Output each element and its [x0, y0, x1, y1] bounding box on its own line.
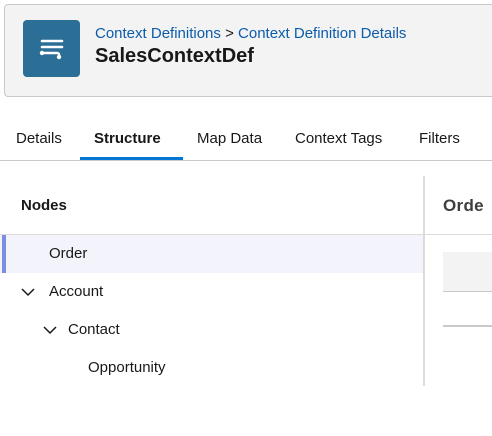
tree-node-label: Opportunity — [88, 359, 166, 376]
tab-context-tags[interactable]: Context Tags — [295, 130, 382, 147]
tree-node-order[interactable]: Order — [0, 235, 424, 273]
tree-node-contact[interactable]: Contact — [0, 311, 424, 349]
tree-node-opportunity[interactable]: Opportunity — [0, 349, 424, 387]
tab-structure[interactable]: Structure — [94, 130, 161, 147]
breadcrumb: Context Definitions > Context Definition… — [95, 25, 406, 42]
tab-map-data[interactable]: Map Data — [197, 130, 262, 147]
tab-details[interactable]: Details — [16, 130, 62, 147]
tab-bar: Details Structure Map Data Context Tags … — [0, 118, 492, 161]
detail-divider — [425, 234, 492, 235]
tab-filters[interactable]: Filters — [419, 130, 460, 147]
nodes-panel: Nodes Order Account Contact Opportunity — [0, 176, 424, 386]
tree-node-label: Contact — [68, 321, 120, 338]
detail-row-divider — [443, 325, 492, 327]
node-detail-panel: Orde — [425, 176, 492, 386]
active-tab-indicator — [80, 157, 183, 160]
detail-table-header — [443, 252, 492, 292]
tree-node-account[interactable]: Account — [0, 273, 424, 311]
page-title: SalesContextDef — [95, 45, 254, 67]
node-detail-title: Orde — [443, 196, 484, 215]
chevron-down-icon[interactable] — [42, 322, 58, 338]
chevron-down-icon[interactable] — [20, 284, 36, 300]
nodes-heading: Nodes — [21, 197, 67, 214]
context-definition-icon — [23, 20, 80, 77]
breadcrumb-context-definitions-link[interactable]: Context Definitions — [95, 25, 221, 42]
record-header: Context Definitions > Context Definition… — [4, 4, 492, 97]
breadcrumb-separator: > — [225, 25, 234, 42]
tree-node-label: Account — [49, 283, 104, 300]
breadcrumb-details-link[interactable]: Context Definition Details — [238, 25, 406, 42]
tree-node-label: Order — [49, 245, 88, 262]
